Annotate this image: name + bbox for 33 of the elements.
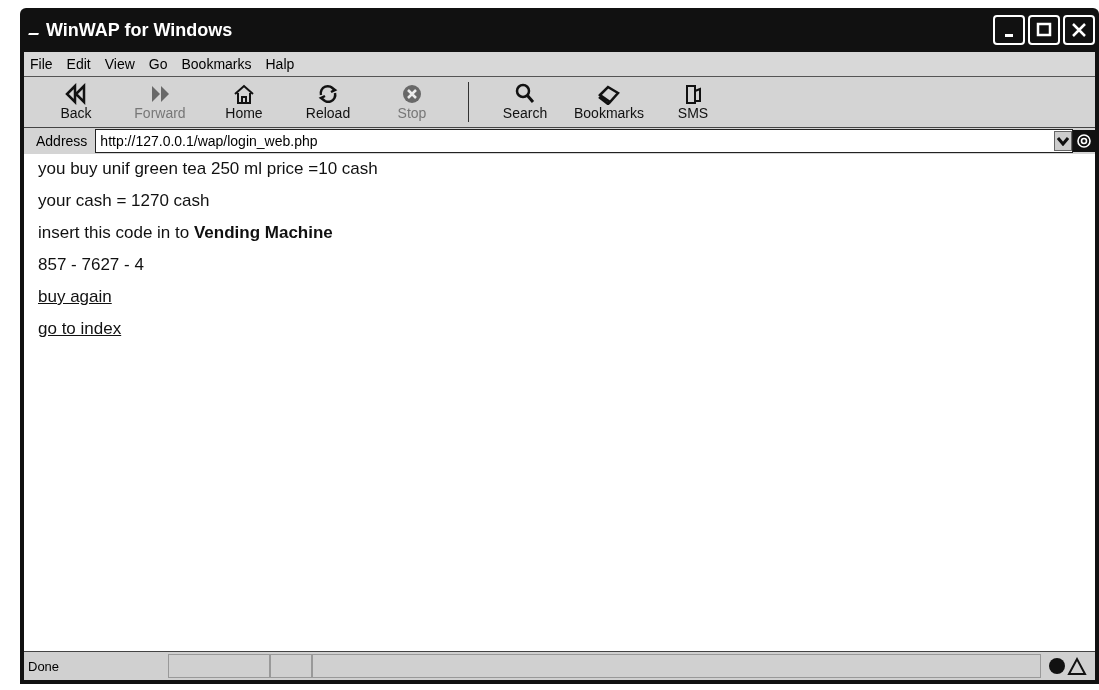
menu-item[interactable]: Edit [66,56,91,72]
status-icons [1047,656,1089,676]
home-button[interactable]: Home [202,83,286,121]
menu-item[interactable]: Go [148,56,168,72]
close-icon [1070,21,1088,39]
bookmarks-button[interactable]: Bookmarks [567,83,651,121]
bookmarks-icon [596,83,622,105]
minimize-button[interactable] [993,15,1025,45]
page-text: 857 - 7627 - 4 [38,254,144,276]
menu-item[interactable]: View [104,56,135,72]
page-link[interactable]: go to index [38,316,122,348]
window-title: WinWAP for Windows [46,19,233,41]
page-text: your cash = 1270 cash [38,190,210,212]
address-label: Address [35,133,89,149]
close-button[interactable] [1063,15,1095,45]
dropdown-button[interactable] [1054,131,1072,151]
page-text: insert this code in to Vending Machine [38,222,333,244]
status-text: Done [27,658,61,674]
back-button[interactable]: Back [34,83,118,121]
maximize-icon [1035,21,1053,39]
page-link[interactable]: buy again [38,284,112,316]
reload-button[interactable]: Reload [286,83,370,121]
address-field[interactable]: http://127.0.0.1/wap/login_web.php [95,129,1073,153]
menu-item[interactable]: Bookmarks [181,56,252,72]
minimize-icon [1005,33,1013,37]
at-sign-button[interactable] [1073,130,1095,152]
sms-button[interactable]: SMS [651,83,735,121]
search-button[interactable]: Search [483,83,567,121]
page-text: you buy unif green tea 250 ml price =10 cash [38,158,378,180]
maximize-button[interactable] [1028,15,1060,45]
menu-item[interactable]: Halp [265,56,295,72]
menu-item[interactable]: File [30,56,53,72]
chevron-icon [1057,136,1069,146]
